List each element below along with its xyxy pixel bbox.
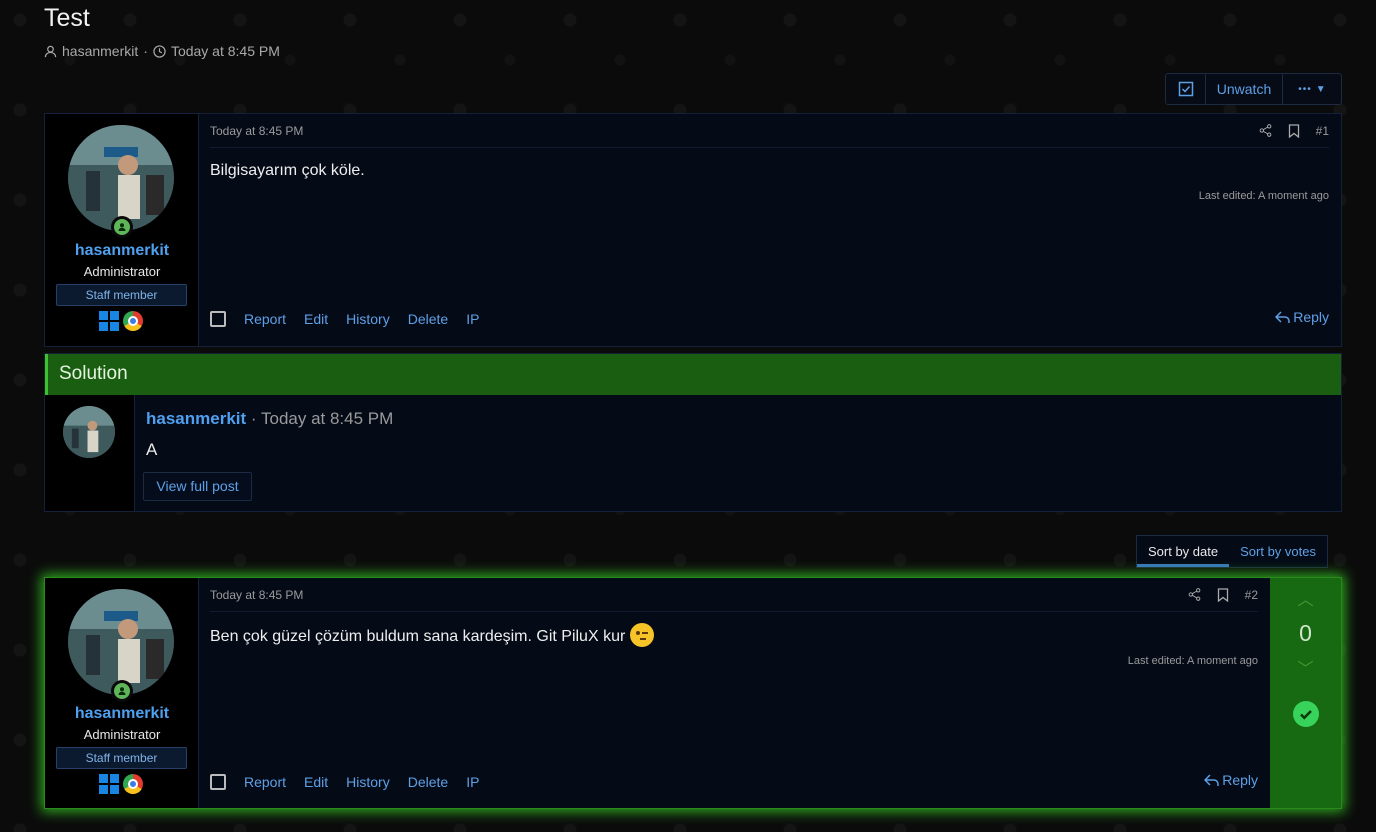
thread-author[interactable]: hasanmerkit bbox=[62, 43, 138, 59]
select-thread-button[interactable] bbox=[1166, 74, 1206, 104]
upvote-icon[interactable]: ︿ bbox=[1297, 586, 1313, 610]
user-role: Administrator bbox=[83, 727, 161, 742]
user-status-icon bbox=[118, 223, 126, 231]
post-body: Bilgisayarım çok köle. bbox=[210, 162, 365, 179]
last-edited: Last edited: A moment ago bbox=[1127, 655, 1258, 667]
staff-badge: Staff member bbox=[56, 747, 187, 769]
wink-emoji-icon bbox=[629, 623, 654, 647]
chrome-icon bbox=[123, 774, 143, 794]
solution-block: Solution hasanmerkit · Today at 8:45 PM … bbox=[44, 353, 1342, 512]
post-number[interactable]: #2 bbox=[1245, 588, 1258, 602]
post-main: Today at 8:45 PM #1 Bilgisayarım çok köl… bbox=[200, 114, 1341, 346]
delete-link[interactable]: Delete bbox=[408, 774, 448, 790]
solution-body: A bbox=[146, 440, 158, 459]
vote-column: ︿ 0 ﹀ bbox=[1270, 578, 1341, 808]
user-status-icon bbox=[118, 687, 126, 695]
online-indicator bbox=[111, 680, 133, 702]
history-link[interactable]: History bbox=[346, 311, 390, 327]
thread-meta: hasanmerkit · Today at 8:45 PM bbox=[44, 43, 280, 59]
select-post-checkbox[interactable] bbox=[210, 774, 226, 790]
thread-time[interactable]: Today at 8:45 PM bbox=[171, 43, 280, 59]
post-actions: Report Edit History Delete IP bbox=[210, 311, 479, 327]
solution-avatar[interactable] bbox=[63, 406, 115, 458]
delete-link[interactable]: Delete bbox=[408, 311, 448, 327]
user-role: Administrator bbox=[83, 264, 161, 279]
post-user-column: hasanmerkit Administrator Staff member bbox=[45, 578, 199, 808]
unwatch-button[interactable]: Unwatch bbox=[1206, 74, 1283, 104]
view-full-post-button[interactable]: View full post bbox=[143, 472, 252, 501]
thread-title: Test bbox=[44, 4, 90, 32]
last-edited: Last edited: A moment ago bbox=[1198, 190, 1329, 202]
sort-by-votes-tab[interactable]: Sort by votes bbox=[1229, 536, 1327, 567]
report-link[interactable]: Report bbox=[244, 774, 286, 790]
bookmark-icon[interactable] bbox=[1217, 587, 1229, 602]
post-author[interactable]: hasanmerkit bbox=[45, 242, 199, 260]
thread-toolbar: Unwatch ••• ▼ bbox=[1165, 73, 1342, 105]
solution-user-column bbox=[45, 395, 135, 511]
online-indicator bbox=[111, 216, 133, 238]
post-main: Today at 8:45 PM #2 Ben çok güzel çözüm … bbox=[200, 578, 1270, 808]
staff-badge: Staff member bbox=[56, 284, 187, 306]
sort-by-date-tab[interactable]: Sort by date bbox=[1137, 536, 1230, 567]
post-header: Today at 8:45 PM #1 bbox=[210, 114, 1329, 148]
reply-button[interactable]: Reply bbox=[1204, 772, 1258, 788]
windows-icon bbox=[99, 311, 119, 331]
post-1: hasanmerkit Administrator Staff member T… bbox=[44, 113, 1342, 347]
post-header: Today at 8:45 PM #2 bbox=[210, 578, 1258, 612]
reply-button[interactable]: Reply bbox=[1275, 309, 1329, 325]
downvote-icon[interactable]: ﹀ bbox=[1297, 655, 1313, 679]
solution-author[interactable]: hasanmerkit bbox=[146, 409, 246, 428]
solution-check-icon[interactable] bbox=[1292, 701, 1319, 727]
clock-icon bbox=[153, 44, 166, 58]
more-options-button[interactable]: ••• ▼ bbox=[1283, 74, 1341, 104]
post-actions: Report Edit History Delete IP bbox=[210, 774, 479, 790]
report-link[interactable]: Report bbox=[244, 311, 286, 327]
reply-icon bbox=[1275, 310, 1290, 323]
reply-label: Reply bbox=[1293, 309, 1329, 325]
edit-link[interactable]: Edit bbox=[304, 774, 328, 790]
reply-icon bbox=[1204, 773, 1219, 786]
caret-down-icon: ▼ bbox=[1315, 83, 1326, 95]
select-post-checkbox[interactable] bbox=[210, 311, 226, 327]
post-time[interactable]: Today at 8:45 PM bbox=[210, 124, 303, 138]
checkbox-icon bbox=[1178, 81, 1193, 97]
edit-link[interactable]: Edit bbox=[304, 311, 328, 327]
solution-time[interactable]: · Today at 8:45 PM bbox=[251, 409, 393, 428]
post-number[interactable]: #1 bbox=[1316, 124, 1329, 138]
post-author[interactable]: hasanmerkit bbox=[45, 705, 199, 723]
ellipsis-icon: ••• bbox=[1298, 83, 1312, 95]
vote-count: 0 bbox=[1299, 620, 1312, 646]
chrome-icon bbox=[123, 311, 143, 331]
sort-tabs: Sort by date Sort by votes bbox=[1136, 535, 1328, 568]
post-body-text: Ben çok güzel çözüm buldum sana kardeşim… bbox=[210, 628, 626, 646]
share-icon[interactable] bbox=[1259, 124, 1272, 137]
ip-link[interactable]: IP bbox=[466, 311, 479, 327]
windows-icon bbox=[99, 774, 119, 794]
bookmark-icon[interactable] bbox=[1288, 123, 1300, 138]
post-2: hasanmerkit Administrator Staff member T… bbox=[44, 577, 1342, 809]
post-body: Ben çok güzel çözüm buldum sana kardeşim… bbox=[210, 623, 654, 649]
ip-link[interactable]: IP bbox=[466, 774, 479, 790]
user-platform-icons bbox=[99, 773, 145, 795]
history-link[interactable]: History bbox=[346, 774, 390, 790]
user-platform-icons bbox=[99, 310, 145, 332]
share-icon[interactable] bbox=[1188, 588, 1201, 601]
post-user-column: hasanmerkit Administrator Staff member bbox=[45, 114, 199, 346]
user-icon bbox=[44, 45, 57, 57]
post-time[interactable]: Today at 8:45 PM bbox=[210, 588, 303, 602]
meta-separator: · bbox=[143, 43, 148, 59]
solution-heading: Solution bbox=[45, 354, 1341, 395]
solution-meta: hasanmerkit · Today at 8:45 PM bbox=[146, 409, 393, 429]
reply-label: Reply bbox=[1222, 772, 1258, 788]
